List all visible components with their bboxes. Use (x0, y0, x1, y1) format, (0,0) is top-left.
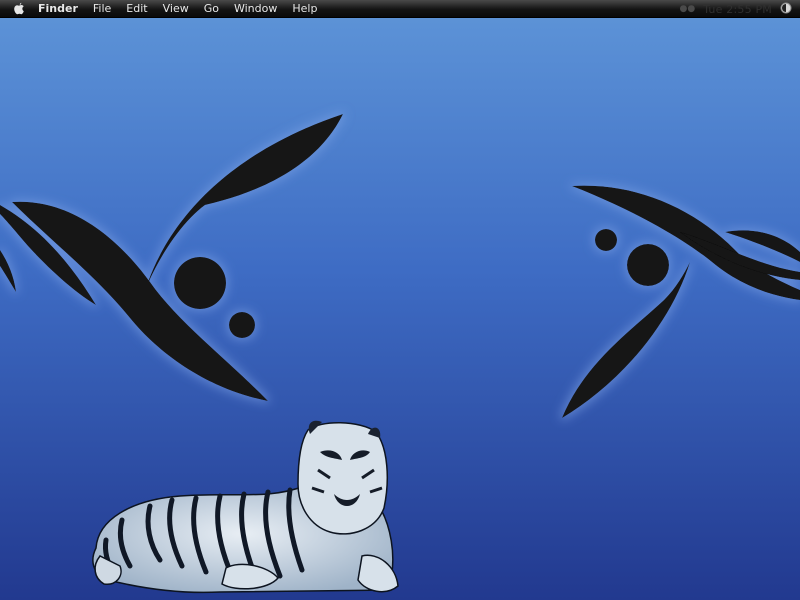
menu-edit[interactable]: Edit (126, 0, 147, 18)
menu-help[interactable]: Help (292, 0, 317, 18)
menu-finder[interactable]: Finder (38, 0, 78, 18)
spotlight-icon[interactable] (780, 2, 792, 17)
menu-go[interactable]: Go (204, 0, 219, 18)
wallpaper (0, 0, 800, 600)
desktop: Finder File Edit View Go Window Help ●● … (0, 0, 800, 600)
menu-view[interactable]: View (163, 0, 189, 18)
menu-bar: Finder File Edit View Go Window Help ●● … (0, 0, 800, 18)
menu-clock[interactable]: Tue 2:55 PM (703, 3, 772, 16)
menu-extras: ●● Tue 2:55 PM (679, 0, 792, 18)
apple-icon[interactable] (13, 2, 25, 15)
menu-file[interactable]: File (93, 0, 111, 18)
menu-window[interactable]: Window (234, 0, 277, 18)
volume-icon[interactable]: ●● (679, 4, 695, 14)
